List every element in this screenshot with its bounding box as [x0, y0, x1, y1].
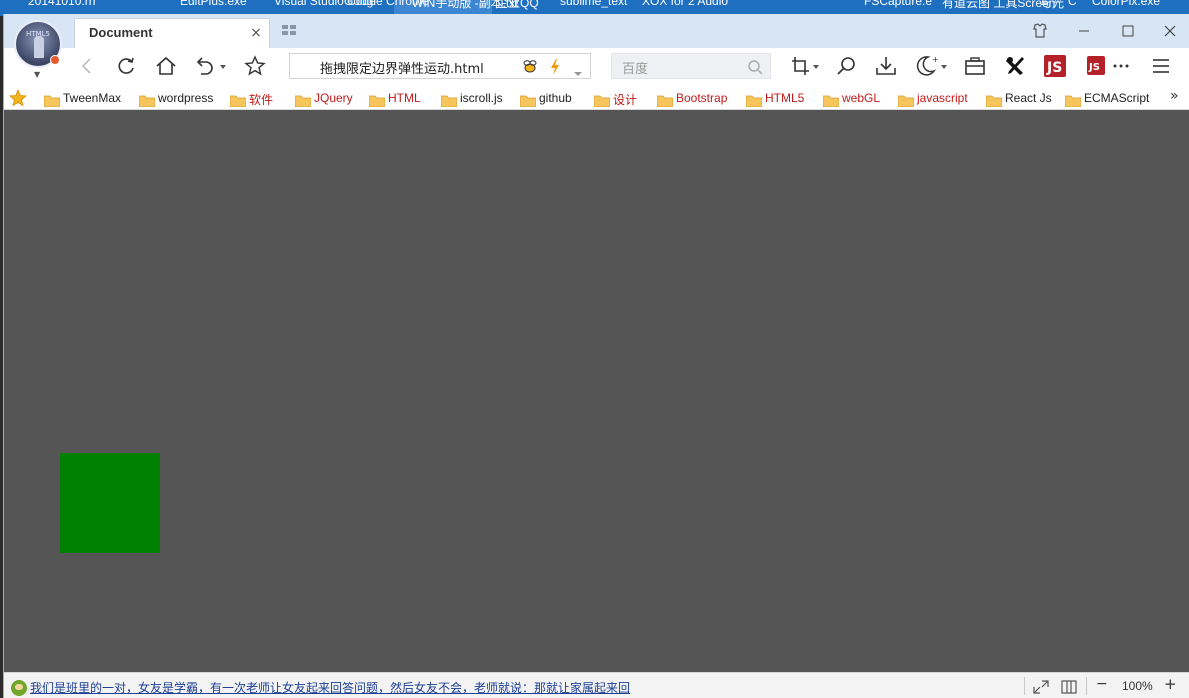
download-icon[interactable] [873, 53, 899, 79]
home-icon[interactable] [153, 53, 179, 79]
taskbar-item[interactable]: 与光 [1040, 0, 1064, 11]
folder-icon [138, 92, 156, 108]
status-bar: 我们是班里的一对，女友是学霸，有一次老师让女友起来回答问题，然后女友不会，老师就… [4, 672, 1189, 698]
search-icon[interactable] [746, 58, 764, 76]
folder-icon [294, 92, 312, 108]
bee-icon[interactable] [520, 57, 540, 77]
folder-icon [985, 92, 1003, 108]
taskbar-item[interactable]: sublime_text [560, 0, 627, 8]
taskbar-item[interactable]: XOX for 2 Audio [642, 0, 728, 8]
folder-icon [43, 92, 61, 108]
skin-icon[interactable] [1026, 20, 1054, 42]
bookmark-label: 软件 [249, 93, 274, 107]
page-content [4, 110, 1189, 672]
menu-icon[interactable] [1148, 53, 1174, 79]
browser-window: Document × HTML5 ▼ 拖拽限定边界弹性运动.html 百度 + … [3, 14, 1189, 698]
folder-icon [822, 92, 840, 108]
favorites-star-icon[interactable] [9, 88, 27, 107]
folder-icon [519, 92, 537, 108]
taskbar-item[interactable]: C [1068, 0, 1077, 8]
taskbar-item[interactable]: EditPlus.exe [180, 0, 247, 8]
folder-icon [593, 92, 611, 108]
screen: 20141010.rrr EditPlus.exe Visual Studio … [0, 0, 1189, 698]
bookmark-label: ECMAScript [1084, 91, 1150, 105]
address-text: 拖拽限定边界弹性运动.html [320, 62, 484, 77]
bookmark-label: Bootstrap [676, 91, 728, 105]
svg-text:JS: JS [1088, 62, 1100, 73]
svg-text:+: + [932, 55, 939, 64]
bookmark-label: wordpress [158, 91, 214, 105]
bookmarks-more-icon[interactable]: » [1170, 88, 1179, 104]
bookmark-label: webGL [842, 91, 881, 105]
fullscreen-icon[interactable] [1032, 679, 1050, 695]
more-icon[interactable] [1108, 53, 1134, 79]
minimize-icon[interactable] [1070, 20, 1098, 42]
bookmark-label: HTML5 [765, 91, 805, 105]
taskbar-item[interactable]: 企业QQ [496, 0, 539, 11]
taskbar-item[interactable]: 20141010.rrr [28, 0, 97, 8]
bookmark-label: React Js [1005, 91, 1052, 105]
folder-icon [656, 92, 674, 108]
folder-icon [368, 92, 386, 108]
tools-icon[interactable] [1002, 53, 1028, 79]
search-box[interactable]: 百度 [611, 53, 771, 79]
notification-dot [50, 55, 60, 65]
avatar-figure [34, 36, 44, 58]
bookmark-label: HTML [388, 91, 421, 105]
tab-document[interactable]: Document × [74, 18, 270, 48]
zoom-out-icon[interactable]: − [1096, 676, 1108, 692]
zoom-level[interactable]: 100% [1122, 679, 1153, 693]
bookmark-label: javascript [917, 91, 968, 105]
news-icon [11, 680, 27, 696]
crop-icon[interactable] [789, 53, 823, 79]
svg-text:JS: JS [1046, 60, 1062, 76]
moon-icon[interactable]: + [912, 53, 952, 79]
back-arrow-icon[interactable] [74, 53, 100, 79]
folder-icon [440, 92, 458, 108]
bookmark-label: iscroll.js [460, 91, 503, 105]
address-bar[interactable]: 拖拽限定边界弹性运动.html [289, 53, 591, 79]
taskbar-item[interactable]: FSCapture.e [864, 0, 932, 8]
navigation-toolbar: 拖拽限定边界弹性运动.html 百度 + JS JS [4, 48, 1189, 86]
toolbox-icon[interactable] [962, 53, 988, 79]
close-window-icon[interactable] [1156, 20, 1184, 42]
find-icon[interactable] [834, 53, 860, 79]
tab-grid-icon[interactable] [282, 25, 298, 37]
split-view-icon[interactable] [1060, 679, 1078, 695]
divider [1086, 677, 1087, 695]
undo-icon[interactable] [192, 53, 232, 79]
tab-title: Document [89, 25, 153, 40]
js-icon[interactable]: JS [1042, 53, 1068, 79]
folder-icon [897, 92, 915, 108]
address-dropdown-icon[interactable] [574, 63, 582, 76]
title-bar: Document × [4, 14, 1189, 48]
folder-icon [1064, 92, 1082, 108]
avatar-caret-icon[interactable]: ▼ [34, 70, 40, 79]
bookmark-label: JQuery [314, 91, 353, 105]
bookmark-label: TweenMax [63, 91, 122, 105]
bookmarks-bar: TweenMax wordpress 软件 JQuery HTML iscroll.js g… [4, 86, 1189, 110]
bookmark-label: github [539, 91, 572, 105]
taskbar-item[interactable]: 有道云图 工具Screen [942, 0, 1055, 11]
folder-icon [745, 92, 763, 108]
search-placeholder: 百度 [622, 62, 649, 77]
lightning-icon[interactable] [548, 57, 562, 77]
folder-icon [229, 92, 247, 108]
bookmark-label: 设计 [613, 93, 638, 107]
refresh-icon[interactable] [113, 53, 139, 79]
zoom-in-icon[interactable]: + [1164, 675, 1177, 693]
taskbar-item[interactable]: ColorPix.exe [1092, 0, 1160, 8]
draggable-box[interactable] [60, 453, 160, 553]
news-ticker[interactable]: 我们是班里的一对，女友是学霸，有一次老师让女友起来回答问题，然后女友不会，老师就… [30, 679, 630, 696]
tab-close-icon[interactable]: × [249, 25, 263, 41]
js-badge-icon[interactable]: JS [1084, 53, 1110, 79]
star-icon[interactable] [242, 53, 268, 79]
maximize-icon[interactable] [1114, 20, 1142, 42]
divider [1024, 677, 1025, 695]
